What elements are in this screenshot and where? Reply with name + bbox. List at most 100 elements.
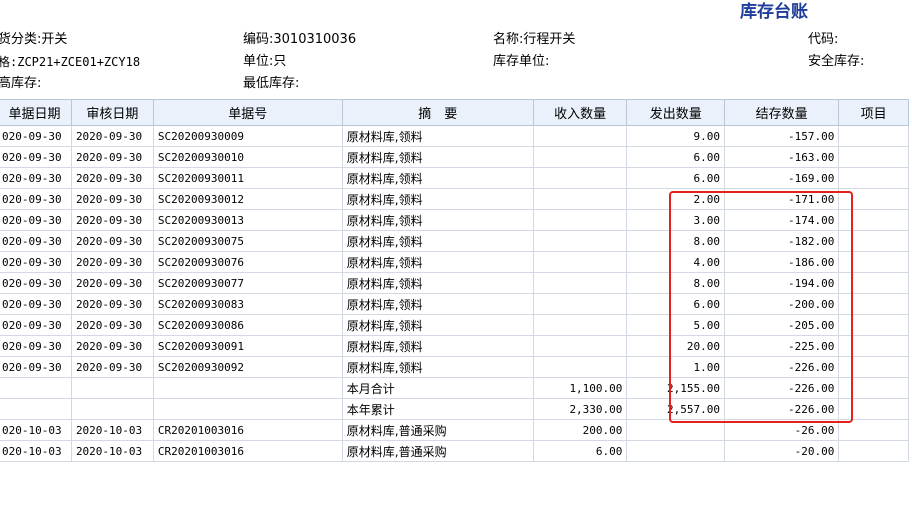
cell-audit-date: 2020-09-30 (70, 272, 154, 294)
cell-doc-no: SC20200930010 (152, 146, 343, 168)
cell-doc-date: 020-09-30 (0, 209, 72, 231)
cell-audit-date (70, 398, 154, 420)
cell-audit-date: 2020-09-30 (70, 209, 154, 231)
cell-doc-no: SC20200930092 (152, 356, 343, 378)
inventory-ledger-table: 单据日期 审核日期 单据号 摘 要 收入数量 发出数量 结存数量 项目 020-… (0, 99, 909, 462)
table-row[interactable]: 020-09-30 2020-09-30 SC20200930092 原材料库,领料 1… (0, 356, 909, 378)
cell-in-qty: 1,100.00 (532, 377, 628, 399)
table-row[interactable]: 020-09-30 2020-09-30 SC20200930083 原材料库,领料 6… (0, 293, 909, 315)
cell-summary: 原材料库,领料 (341, 251, 534, 273)
col-header-balance-qty[interactable]: 结存数量 (723, 99, 840, 126)
table-row[interactable]: 020-10-03 2020-10-03 CR20201003016 原材料库,普通采… (0, 440, 909, 462)
cell-doc-date: 020-09-30 (0, 167, 72, 189)
cell-in-qty (532, 335, 628, 357)
cell-audit-date: 2020-09-30 (70, 314, 154, 336)
cell-out-qty: 2.00 (626, 188, 725, 210)
cell-summary: 原材料库,领料 (341, 230, 534, 252)
col-header-audit-date[interactable]: 审核日期 (70, 99, 154, 126)
table-row[interactable]: 020-09-30 2020-09-30 SC20200930013 原材料库,领料 3… (0, 209, 909, 231)
cell-project (838, 188, 909, 210)
cell-balance-qty: -226.00 (723, 398, 840, 420)
cell-audit-date (70, 377, 154, 399)
cell-doc-date: 020-09-30 (0, 314, 72, 336)
table-row[interactable]: 本年累计 2,330.00 2,557.00 -226.00 (0, 398, 909, 420)
col-header-doc-date[interactable]: 单据日期 (0, 99, 72, 126)
col-header-project[interactable]: 项目 (838, 99, 909, 126)
cell-summary: 原材料库,领料 (341, 293, 534, 315)
cell-doc-no: SC20200930009 (152, 125, 343, 147)
col-header-summary[interactable]: 摘 要 (341, 99, 534, 126)
cell-balance-qty: -174.00 (723, 209, 840, 231)
table-row[interactable]: 020-09-30 2020-09-30 SC20200930011 原材料库,领料 6… (0, 167, 909, 189)
cell-audit-date: 2020-09-30 (70, 125, 154, 147)
cell-project (838, 335, 909, 357)
cell-audit-date: 2020-09-30 (70, 251, 154, 273)
spec-label: 格:ZCP21+ZCE01+ZCY18 (0, 55, 141, 69)
unit-label: 单位:只 (243, 54, 287, 69)
cell-summary: 原材料库,领料 (341, 314, 534, 336)
cell-out-qty: 1.00 (626, 356, 725, 378)
cell-balance-qty: -20.00 (723, 440, 840, 462)
cell-doc-no: SC20200930075 (152, 230, 343, 252)
cell-balance-qty: -205.00 (723, 314, 840, 336)
col-header-out-qty[interactable]: 发出数量 (626, 99, 725, 126)
cell-summary: 原材料库,领料 (341, 272, 534, 294)
table-row[interactable]: 020-09-30 2020-09-30 SC20200930012 原材料库,领料 2… (0, 188, 909, 210)
cell-in-qty: 200.00 (532, 419, 628, 441)
table-row[interactable]: 020-09-30 2020-09-30 SC20200930076 原材料库,领料 4… (0, 251, 909, 273)
cell-in-qty (532, 146, 628, 168)
cell-in-qty (532, 230, 628, 252)
cell-audit-date: 2020-10-03 (70, 419, 154, 441)
cell-audit-date: 2020-09-30 (70, 146, 154, 168)
cell-audit-date: 2020-10-03 (70, 440, 154, 462)
cell-project (838, 146, 909, 168)
cell-summary: 原材料库,领料 (341, 335, 534, 357)
cell-in-qty (532, 356, 628, 378)
cell-in-qty (532, 251, 628, 273)
cell-balance-qty: -225.00 (723, 335, 840, 357)
cell-summary: 原材料库,领料 (341, 146, 534, 168)
table-header-row: 单据日期 审核日期 单据号 摘 要 收入数量 发出数量 结存数量 项目 (0, 99, 909, 126)
cell-audit-date: 2020-09-30 (70, 167, 154, 189)
cell-summary: 原材料库,领料 (341, 125, 534, 147)
cell-doc-date: 020-10-03 (0, 419, 72, 441)
table-row[interactable]: 020-09-30 2020-09-30 SC20200930086 原材料库,领料 5… (0, 314, 909, 336)
cell-audit-date: 2020-09-30 (70, 335, 154, 357)
cell-balance-qty: -157.00 (723, 125, 840, 147)
cell-balance-qty: -171.00 (723, 188, 840, 210)
table-row[interactable]: 020-09-30 2020-09-30 SC20200930075 原材料库,领料 8… (0, 230, 909, 252)
cell-balance-qty: -163.00 (723, 146, 840, 168)
cell-summary: 原材料库,领料 (341, 356, 534, 378)
table-row[interactable]: 020-09-30 2020-09-30 SC20200930009 原材料库,领料 9… (0, 125, 909, 147)
stock-unit-label: 库存单位: (493, 54, 550, 69)
cell-out-qty: 2,155.00 (626, 377, 725, 399)
cell-project (838, 167, 909, 189)
cell-project (838, 314, 909, 336)
col-header-in-qty[interactable]: 收入数量 (532, 99, 628, 126)
cell-doc-date (0, 377, 72, 399)
cell-in-qty (532, 125, 628, 147)
table-row[interactable]: 020-09-30 2020-09-30 SC20200930010 原材料库,领料 6… (0, 146, 909, 168)
cell-in-qty (532, 314, 628, 336)
max-stock-label: 高库存: (0, 76, 42, 91)
cell-doc-no (152, 398, 343, 420)
cell-doc-no (152, 377, 343, 399)
cell-doc-date: 020-09-30 (0, 335, 72, 357)
cell-in-qty (532, 272, 628, 294)
cell-project (838, 440, 909, 462)
cell-out-qty: 8.00 (626, 230, 725, 252)
cell-balance-qty: -194.00 (723, 272, 840, 294)
cell-doc-date: 020-09-30 (0, 272, 72, 294)
cell-in-qty (532, 209, 628, 231)
table-row[interactable]: 020-10-03 2020-10-03 CR20201003016 原材料库,普通采… (0, 419, 909, 441)
cell-balance-qty: -26.00 (723, 419, 840, 441)
cell-doc-no: SC20200930012 (152, 188, 343, 210)
col-header-doc-no[interactable]: 单据号 (152, 99, 343, 126)
cell-balance-qty: -182.00 (723, 230, 840, 252)
table-row[interactable]: 本月合计 1,100.00 2,155.00 -226.00 (0, 377, 909, 399)
daima-label: 代码: (808, 32, 839, 47)
cell-project (838, 272, 909, 294)
table-row[interactable]: 020-09-30 2020-09-30 SC20200930077 原材料库,领料 8… (0, 272, 909, 294)
table-row[interactable]: 020-09-30 2020-09-30 SC20200930091 原材料库,领料 2… (0, 335, 909, 357)
cell-summary: 原材料库,领料 (341, 188, 534, 210)
